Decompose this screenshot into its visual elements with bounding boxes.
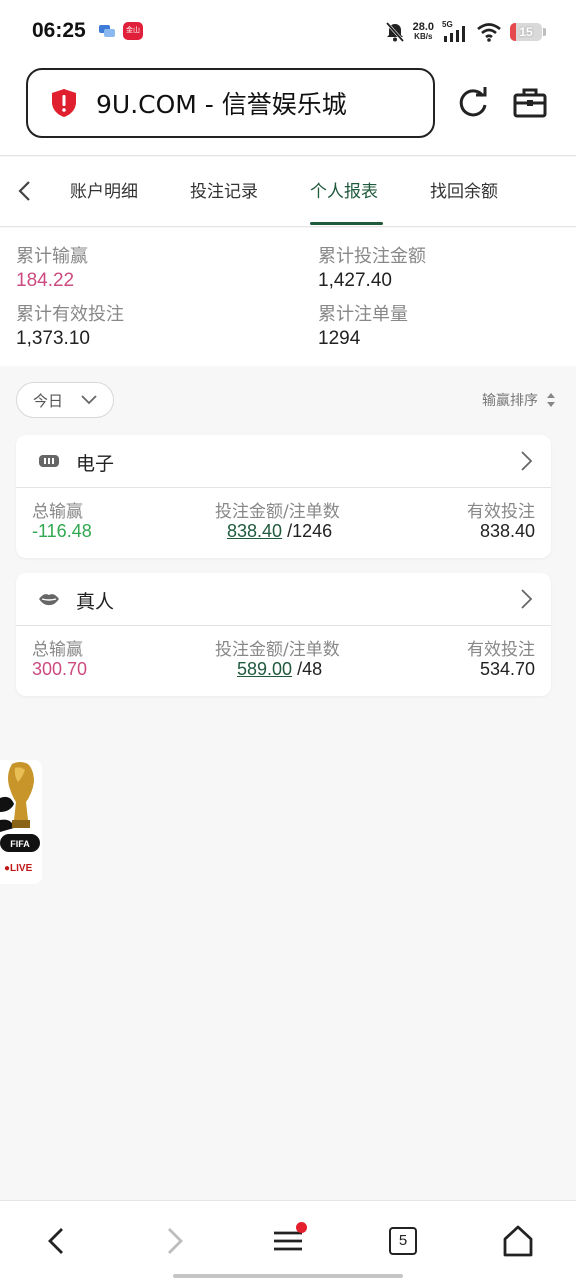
card-header[interactable]: 电子 (16, 435, 551, 488)
total-win-loss-label: 累计输赢 (16, 246, 88, 267)
date-filter-label: 今日 (33, 391, 64, 410)
category-card-live-casino[interactable]: 真人 总输赢 300.70 投注金额/注单数 589.00 /48 有效投注 5… (16, 573, 551, 696)
win-loss-label: 总输赢 (32, 502, 83, 522)
valid-bet-value: 838.40 (479, 521, 535, 541)
forward-icon[interactable] (157, 1223, 191, 1259)
slot-machine-icon (39, 455, 59, 467)
browser-toolbar: 9U.COM - 信誉娱乐城 (0, 62, 576, 156)
valid-bet-label: 有效投注 (467, 502, 535, 522)
fifa-badge-text: FIFA (10, 839, 30, 849)
chat-app-icon (99, 25, 115, 37)
valid-bet-label: 有效投注 (467, 640, 535, 660)
mute-bell-icon (385, 22, 404, 42)
bet-amount-count-value: 589.00 /48 (237, 659, 322, 680)
back-icon[interactable] (40, 1223, 74, 1259)
win-loss-label: 总输赢 (32, 640, 83, 660)
status-time: 06:25 (32, 19, 86, 42)
bet-amount-count-label: 投注金额/注单数 (215, 640, 340, 660)
sort-label: 输赢排序 (482, 393, 538, 409)
chevron-right-icon[interactable] (519, 450, 535, 472)
tab-account-details[interactable]: 账户明细 (70, 177, 138, 202)
security-warning-icon[interactable] (50, 88, 78, 118)
page-title: 9U.COM - 信誉娱乐城 (96, 90, 347, 119)
total-bet-amount-value: 1,427.40 (318, 270, 392, 291)
date-filter-dropdown[interactable]: 今日 (16, 382, 114, 418)
notification-dot (296, 1222, 307, 1233)
world-cup-trophy-icon: FIFA (0, 762, 40, 852)
category-card-electronic[interactable]: 电子 总输赢 -116.48 投注金额/注单数 838.40 /1246 有效投… (16, 435, 551, 558)
chevron-right-icon[interactable] (519, 588, 535, 610)
valid-bet-value: 534.70 (479, 659, 535, 679)
summary-panel: 累计输赢 184.22 累计投注金额 1,427.40 累计有效投注 1,373… (0, 228, 576, 366)
card-header[interactable]: 真人 (16, 573, 551, 626)
total-bet-amount-label: 累计投注金额 (318, 246, 426, 267)
toolbox-icon[interactable] (513, 86, 547, 120)
card-title: 电子 (76, 453, 115, 475)
home-icon[interactable] (501, 1223, 535, 1259)
network-speed: 28.0 KB/s (412, 21, 434, 42)
bet-amount-link[interactable]: 589.00 (237, 659, 292, 679)
home-indicator[interactable] (173, 1274, 403, 1278)
tab-bet-records[interactable]: 投注记录 (190, 177, 258, 202)
total-valid-bet-value: 1,373.10 (16, 328, 90, 349)
status-bar: 06:25 金山云 28.0 KB/s 5G 15 (0, 0, 576, 62)
news-app-icon: 金山云 (123, 22, 143, 52)
live-label: ●LIVE (4, 863, 33, 874)
bet-amount-count-label: 投注金额/注单数 (215, 502, 340, 522)
total-win-loss-value: 184.22 (16, 270, 75, 291)
bet-count: /48 (297, 659, 323, 679)
tab-recover-balance[interactable]: 找回余额 (430, 177, 498, 202)
cell-signal-icon: 5G (442, 20, 468, 43)
total-bet-count-value: 1294 (318, 328, 361, 349)
chevron-down-icon (81, 395, 97, 405)
report-tabs: 账户明细 投注记录 个人报表 找回余额 (0, 157, 576, 227)
tab-personal-report[interactable]: 个人报表 (310, 177, 378, 202)
battery-icon: 15 (510, 23, 542, 41)
win-loss-value: -116.48 (32, 521, 92, 541)
battery-tip (543, 28, 546, 36)
bet-amount-count-value: 838.40 /1246 (227, 521, 332, 542)
wifi-icon (477, 23, 501, 42)
back-chevron-icon[interactable] (14, 179, 36, 203)
sort-icon (547, 393, 555, 407)
active-tab-indicator (310, 222, 383, 225)
browser-bottom-nav: 5 (0, 1200, 576, 1280)
status-indicators: 28.0 KB/s 5G 15 (385, 18, 546, 46)
card-title: 真人 (76, 591, 115, 613)
address-bar[interactable]: 9U.COM - 信誉娱乐城 (26, 68, 435, 138)
total-bet-count-label: 累计注单量 (318, 304, 408, 325)
fifa-live-widget[interactable]: FIFA ●LIVE (0, 760, 42, 884)
win-loss-value: 300.70 (32, 659, 88, 679)
lips-icon (39, 594, 59, 606)
reload-icon[interactable] (456, 86, 490, 120)
tabs-count-button[interactable]: 5 (389, 1227, 417, 1255)
bet-count: /1246 (287, 521, 333, 541)
total-valid-bet-label: 累计有效投注 (16, 304, 124, 325)
sort-by-win-loss[interactable]: 输赢排序 (482, 390, 556, 410)
bet-amount-link[interactable]: 838.40 (227, 521, 282, 541)
